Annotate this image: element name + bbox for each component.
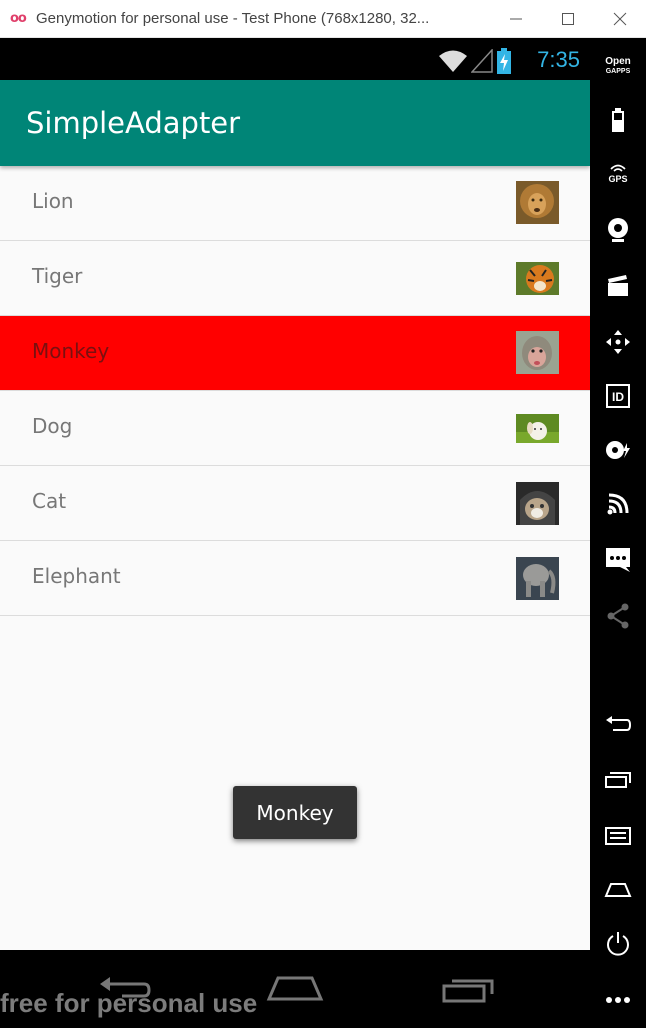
lion-photo [516,181,559,224]
list-item-label: Elephant [32,564,121,588]
side-back-button[interactable] [590,704,646,744]
emulator-side-panel: Open GAPPS GPS ID [590,38,646,1028]
home-icon [604,883,632,897]
maximize-icon [562,13,574,25]
share-icon [607,603,629,629]
list-item-elephant[interactable]: Elephant [0,541,590,616]
screencast-icon [608,275,628,296]
dpad-button[interactable] [590,322,646,362]
network-button[interactable] [590,484,646,524]
monkey-photo [516,331,559,374]
webcam-button[interactable] [590,210,646,250]
side-recent-apps-button[interactable] [590,760,646,800]
device-id-icon: ID [606,384,630,408]
side-menu-button[interactable] [590,816,646,856]
sms-button[interactable] [590,540,646,580]
open-gapps-icon: Open GAPPS [605,55,631,76]
battery-charging-icon [497,48,511,74]
disk-io-icon [606,441,630,459]
minimize-icon [510,18,522,20]
dpad-icon [606,330,630,354]
watermark-text: free for personal use [0,988,258,1018]
home-icon[interactable] [266,974,324,1002]
status-bar: 7:35 [0,38,590,80]
emulator-window: oo Genymotion for personal use - Test Ph… [0,0,646,1028]
list-item-monkey[interactable]: Monkey [0,316,590,391]
tiger-photo [516,262,559,295]
more-icon [606,997,630,1003]
recent-apps-icon [605,772,631,788]
status-icons [438,48,512,74]
gapps-label: Open [605,55,631,67]
power-button[interactable] [590,924,646,964]
battery-icon [612,108,624,132]
gps-icon [610,164,626,172]
side-home-button[interactable] [590,870,646,910]
toast-message: Monkey [233,786,357,839]
list-item-dog[interactable]: Dog [0,391,590,466]
gapps-sublabel: GAPPS [605,67,631,75]
cat-photo [516,482,559,525]
signal-icon [471,49,493,73]
list-item-label: Cat [32,489,67,513]
phone-screen: 7:35 SimpleAdapter Lion Tiger Monkey Dog… [0,38,590,950]
device-id-button[interactable]: ID [590,376,646,416]
minimize-button[interactable] [490,0,542,38]
dog-photo [516,414,559,443]
power-icon [607,932,629,956]
recents-icon[interactable] [440,974,496,1004]
device-id-label: ID [612,390,624,404]
list-item-label: Monkey [32,339,110,363]
network-icon [607,493,629,515]
gps-label: GPS [608,174,628,184]
list-item-tiger[interactable]: Tiger [0,241,590,316]
menu-icon [605,827,631,845]
screencast-button[interactable] [590,266,646,306]
status-time: 7:35 [537,47,580,72]
app-toolbar: SimpleAdapter [0,80,590,166]
window-titlebar: oo Genymotion for personal use - Test Ph… [0,0,646,38]
genymotion-logo-icon: oo [10,11,27,26]
open-gapps-button[interactable]: Open GAPPS [590,46,646,86]
webcam-icon [608,218,628,242]
more-button[interactable] [590,980,646,1020]
elephant-photo [516,557,559,600]
window-controls [490,0,646,38]
list-item-label: Dog [32,414,73,438]
wifi-icon [439,50,467,72]
list-item-label: Lion [32,189,74,213]
battery-button[interactable] [590,100,646,140]
list-item-lion[interactable]: Lion [0,166,590,241]
app-title: SimpleAdapter [26,106,241,140]
list-item-cat[interactable]: Cat [0,466,590,541]
maximize-button[interactable] [542,0,594,38]
close-button[interactable] [594,0,646,38]
list-item-label: Tiger [32,264,83,288]
animal-list: Lion Tiger Monkey Dog Cat Elephant [0,166,590,616]
close-icon [613,12,627,26]
sms-icon [606,548,630,572]
back-icon [606,716,631,731]
disk-io-button[interactable] [590,430,646,470]
window-title: Genymotion for personal use - Test Phone… [36,10,430,27]
share-button[interactable] [590,596,646,636]
gps-button[interactable]: GPS [590,154,646,194]
